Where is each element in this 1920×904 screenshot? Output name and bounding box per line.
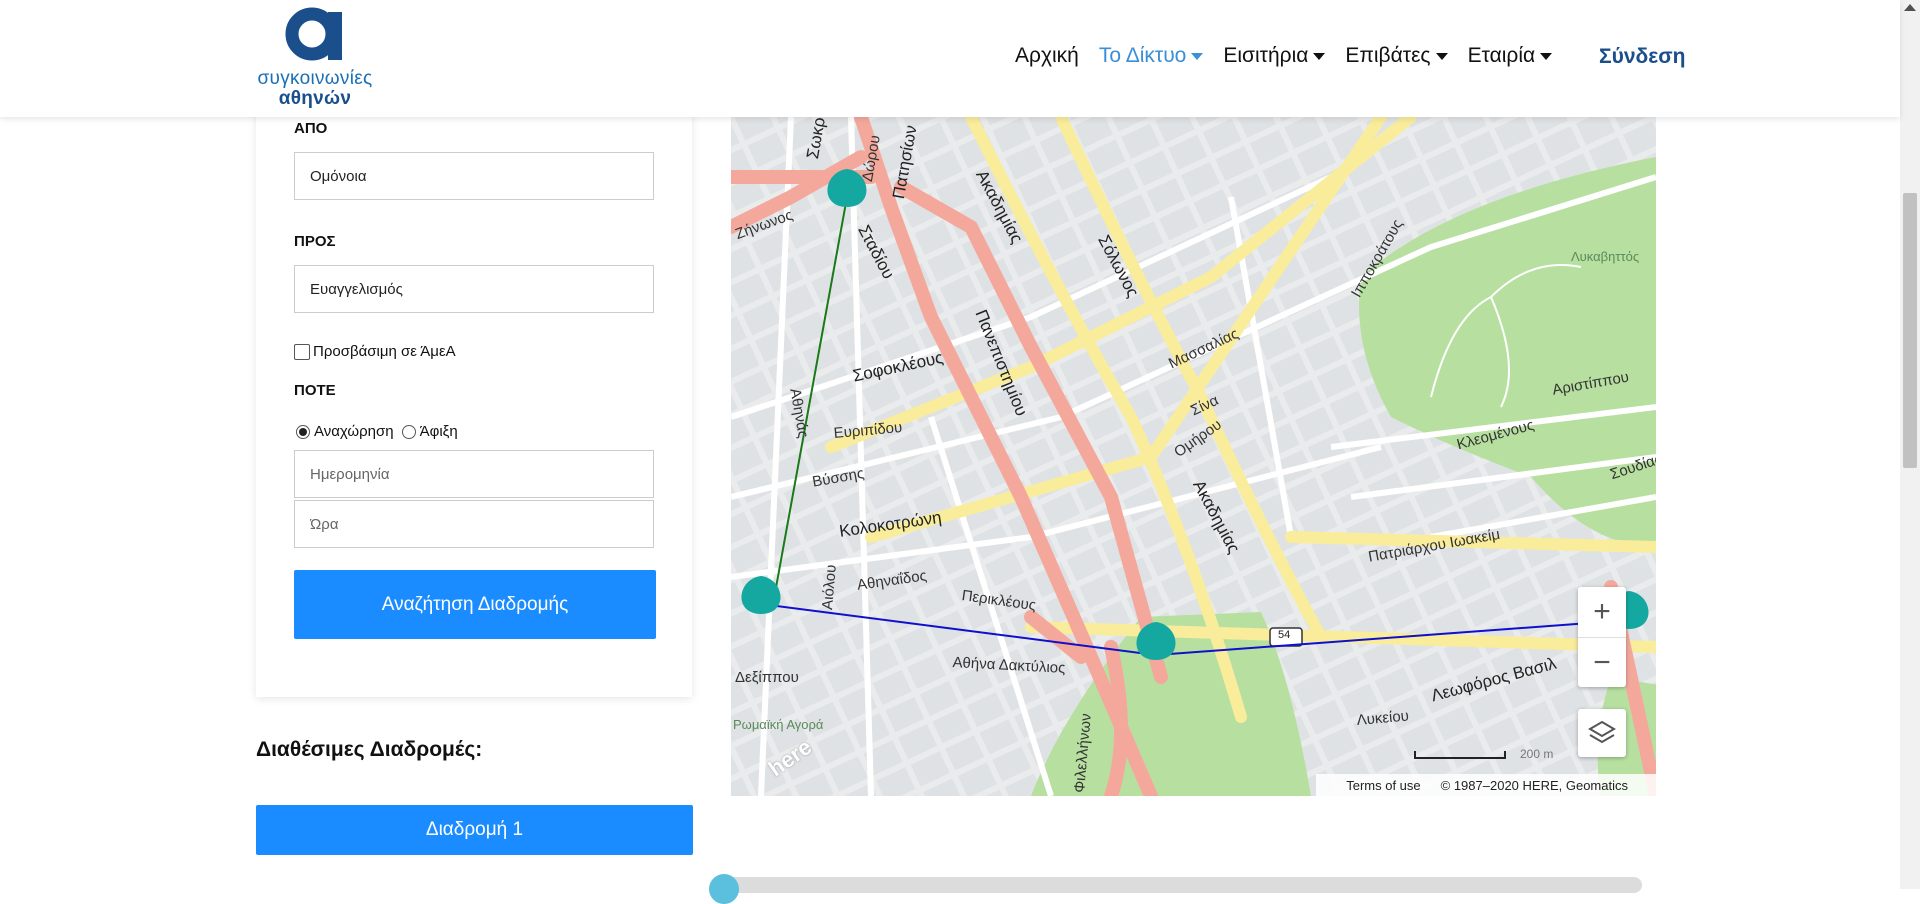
available-routes-title: Διαθέσιμες Διαδρομές: <box>256 738 483 761</box>
search-route-button[interactable]: Αναζήτηση Διαδρομής <box>294 570 656 639</box>
zoom-out-button[interactable]: − <box>1578 637 1626 688</box>
place-label: Λυκαβηττός <box>1571 249 1640 264</box>
terms-of-use-link[interactable]: Terms of use <box>1346 778 1420 793</box>
nav-network-label: Το Δίκτυο <box>1098 44 1187 67</box>
from-input[interactable] <box>294 152 654 200</box>
place-label: Ρωμαϊκή Αγορά <box>733 717 824 732</box>
nav-item-network[interactable]: Το Δίκτυο <box>1089 44 1214 68</box>
scale-label: 200 m <box>1520 747 1554 761</box>
main-nav: Αρχική Το Δίκτυο Εισιτήρια Επιβάτες Εται… <box>1005 44 1562 68</box>
nav-item-home[interactable]: Αρχική <box>1005 44 1089 68</box>
zoom-in-button[interactable]: + <box>1578 587 1626 637</box>
timeline-slider-track[interactable] <box>712 877 1642 893</box>
chevron-down-icon <box>1435 52 1448 60</box>
nav-item-passengers[interactable]: Επιβάτες <box>1335 44 1457 68</box>
when-label: ΠΟΤΕ <box>294 382 336 399</box>
accessible-checkbox[interactable] <box>294 343 310 360</box>
route-map[interactable]: Σωκρ Πατησίων Δώρου Ακαδημίας Ακαδημίας … <box>731 117 1656 796</box>
accessible-label: Προσβάσιμη σε ΆμεΑ <box>313 343 456 360</box>
layers-icon <box>1588 720 1616 744</box>
scroll-up-arrow-icon[interactable] <box>1904 4 1916 11</box>
copyright-text: © 1987–2020 HERE, Geomatics <box>1440 777 1628 793</box>
date-input[interactable] <box>294 450 654 498</box>
brand-name-line2: αθηνών <box>278 88 352 109</box>
brand-logo[interactable]: συγκοινωνίες αθηνών <box>254 6 376 110</box>
nav-company-label: Εταιρία <box>1467 44 1536 67</box>
login-link[interactable]: Σύνδεση <box>1599 45 1685 69</box>
departure-label: Αναχώρηση <box>314 423 394 440</box>
map-attribution: Terms of use © 1987–2020 HERE, Geomatics <box>1316 774 1656 796</box>
site-header: συγκοινωνίες αθηνών Αρχική Το Δίκτυο Εισ… <box>0 0 1900 117</box>
departure-radio[interactable] <box>296 424 310 439</box>
from-label: ΑΠΟ <box>294 120 328 137</box>
layers-button[interactable] <box>1578 709 1626 757</box>
arrival-label: Άφιξη <box>419 423 458 440</box>
logo-sigma-icon <box>285 7 342 61</box>
time-input[interactable] <box>294 500 654 548</box>
brand-name-line1: συγκοινωνίες <box>257 68 373 89</box>
timeline-slider-handle[interactable] <box>709 874 739 904</box>
road-number-label: 54 <box>1278 629 1291 641</box>
chevron-down-icon <box>1540 52 1553 60</box>
scrollbar-thumb[interactable] <box>1903 193 1917 468</box>
chevron-down-icon <box>1191 52 1204 60</box>
to-input[interactable] <box>294 265 654 313</box>
nav-item-company[interactable]: Εταιρία <box>1458 44 1563 68</box>
arrival-radio[interactable] <box>401 424 416 439</box>
map-base-layer <box>731 117 1656 796</box>
scale-bar <box>1414 751 1506 759</box>
route-1-button[interactable]: Διαδρομή 1 <box>256 805 693 855</box>
nav-home-label: Αρχική <box>1015 44 1079 67</box>
accessible-option[interactable]: Προσβάσιμη σε ΆμεΑ <box>294 343 456 360</box>
chevron-down-icon <box>1313 52 1326 60</box>
street-label: Δεξίππου <box>735 669 799 686</box>
zoom-control: + − <box>1578 587 1626 687</box>
nav-item-tickets[interactable]: Εισιτήρια <box>1213 44 1335 68</box>
nav-passengers-label: Επιβάτες <box>1345 44 1431 67</box>
time-mode-options: Αναχώρηση Άφιξη <box>296 423 458 440</box>
nav-tickets-label: Εισιτήρια <box>1223 44 1309 67</box>
to-label: ΠΡΟΣ <box>294 233 336 250</box>
